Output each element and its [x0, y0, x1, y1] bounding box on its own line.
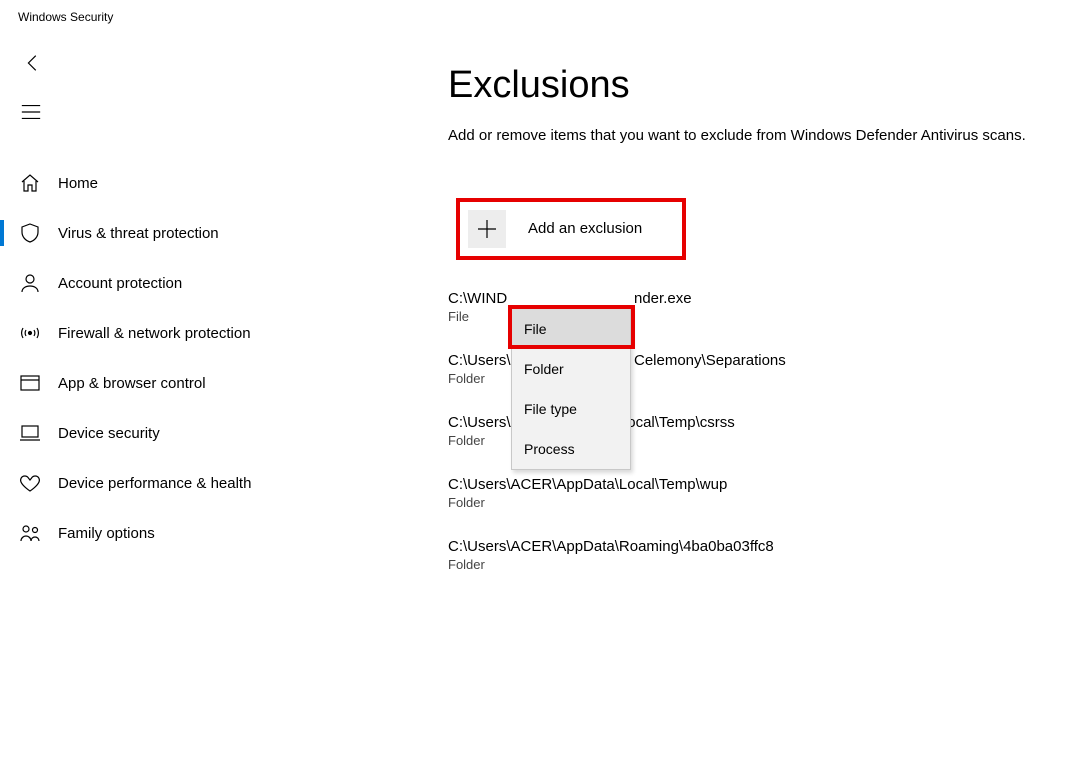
- exclusion-item[interactable]: C:\Users\ACER\AppData\Local\Temp\wup Fold…: [448, 476, 1053, 510]
- person-icon: [18, 271, 42, 295]
- sidebar: Home Virus & threat protection Account pro…: [0, 158, 360, 558]
- exclusion-item[interactable]: C:\Users\ACER\AppData\Roaming\4ba0ba03ff…: [448, 538, 1053, 572]
- sidebar-item-label: App & browser control: [58, 375, 206, 392]
- broadcast-icon: [18, 321, 42, 345]
- sidebar-item-label: Family options: [58, 525, 155, 542]
- dropdown-item-process[interactable]: Process: [512, 429, 630, 469]
- menu-icon: [20, 110, 42, 127]
- sidebar-item-person[interactable]: Account protection: [0, 258, 360, 308]
- sidebar-item-shield[interactable]: Virus & threat protection: [0, 208, 360, 258]
- page-title: Exclusions: [448, 64, 1053, 107]
- add-exclusion-dropdown: FileFolderFile typeProcess: [511, 308, 631, 470]
- heart-icon: [18, 471, 42, 495]
- sidebar-item-label: Account protection: [58, 275, 182, 292]
- add-exclusion-label: Add an exclusion: [528, 220, 642, 237]
- sidebar-item-heart[interactable]: Device performance & health: [0, 458, 360, 508]
- add-exclusion-button[interactable]: Add an exclusion: [456, 198, 686, 260]
- page-description: Add or remove items that you want to exc…: [448, 125, 1048, 148]
- sidebar-item-window[interactable]: App & browser control: [0, 358, 360, 408]
- family-icon: [18, 521, 42, 545]
- shield-icon: [18, 221, 42, 245]
- dropdown-item-file[interactable]: File: [512, 309, 630, 349]
- plus-icon: [468, 210, 506, 248]
- back-arrow-icon: [22, 61, 44, 78]
- exclusion-path: C:\Users\ACER\AppData\Roaming\4ba0ba03ff…: [448, 538, 1053, 555]
- laptop-icon: [18, 421, 42, 445]
- exclusion-type: Folder: [448, 495, 1053, 510]
- sidebar-item-laptop[interactable]: Device security: [0, 408, 360, 458]
- sidebar-item-home[interactable]: Home: [0, 158, 360, 208]
- exclusion-type: Folder: [448, 557, 1053, 572]
- exclusion-path: C:\WINDnder.exe: [448, 290, 1053, 307]
- window-title: Windows Security: [0, 0, 1069, 34]
- sidebar-item-family[interactable]: Family options: [0, 508, 360, 558]
- sidebar-item-label: Virus & threat protection: [58, 225, 219, 242]
- sidebar-item-broadcast[interactable]: Firewall & network protection: [0, 308, 360, 358]
- sidebar-item-label: Firewall & network protection: [58, 325, 251, 342]
- dropdown-item-file-type[interactable]: File type: [512, 389, 630, 429]
- sidebar-item-label: Device security: [58, 425, 160, 442]
- exclusion-path: C:\Users\ACER\AppData\Local\Temp\wup: [448, 476, 1053, 493]
- window-icon: [18, 371, 42, 395]
- sidebar-item-label: Home: [58, 175, 98, 192]
- sidebar-item-label: Device performance & health: [58, 475, 251, 492]
- home-icon: [18, 171, 42, 195]
- dropdown-item-folder[interactable]: Folder: [512, 349, 630, 389]
